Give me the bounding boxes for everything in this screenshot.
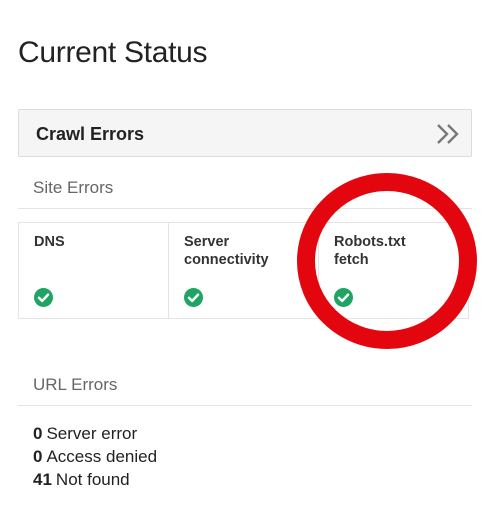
check-circle-icon [34,288,53,307]
site-errors-label: Site Errors [33,178,114,197]
check-circle-icon [334,288,353,307]
url-error-count: 41 [33,470,52,489]
url-error-label: Access denied [46,447,158,466]
site-error-server-connectivity[interactable]: Server connectivity [169,223,319,318]
url-error-row[interactable]: 41 Not found [33,468,157,491]
url-error-count: 0 [33,447,43,466]
double-chevron-right-icon[interactable] [435,122,461,146]
crawl-errors-title: Crawl Errors [36,124,145,144]
site-error-robots-txt-fetch[interactable]: Robots.txt fetch [319,223,468,318]
url-errors-list: 0 Server error 0 Access denied 41 Not found [33,422,157,491]
url-error-count: 0 [33,424,43,443]
site-error-label: Robots.txt fetch [334,234,406,268]
url-error-label: Not found [55,470,130,489]
site-error-dns[interactable]: DNS [19,223,169,318]
divider [18,208,472,209]
site-error-label: Server connectivity [184,234,269,268]
url-error-row[interactable]: 0 Access denied [33,445,157,468]
check-circle-icon [184,288,203,307]
site-errors-grid: DNS Server connectivity Robots.txt fetch [18,222,469,319]
page-title: Current Status [18,36,208,69]
url-error-label: Server error [46,424,138,443]
crawl-errors-header[interactable]: Crawl Errors [18,109,472,157]
divider [18,405,472,406]
site-error-label: DNS [34,234,65,250]
url-error-row[interactable]: 0 Server error [33,422,157,445]
url-errors-label: URL Errors [33,375,118,394]
